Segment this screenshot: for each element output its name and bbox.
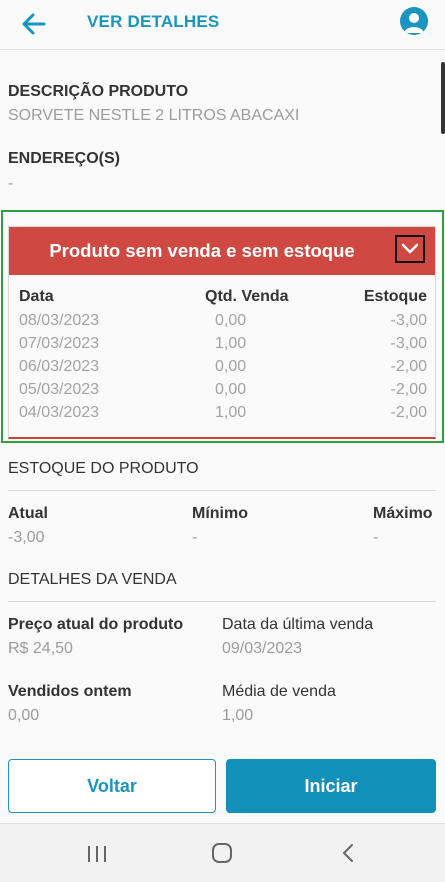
cell-date: 05/03/2023 xyxy=(19,381,100,398)
price-value: R$ 24,50 xyxy=(8,640,73,657)
page-title: VER DETALHES xyxy=(87,12,220,31)
divider xyxy=(8,490,436,491)
cell-qty: 0,00 xyxy=(215,381,247,398)
chevron-down-icon[interactable] xyxy=(395,235,425,263)
cell-date: 06/03/2023 xyxy=(19,358,100,375)
cell-qty: 0,00 xyxy=(215,312,247,329)
address-value: - xyxy=(8,175,14,192)
card-title: Produto sem venda e sem estoque xyxy=(49,240,355,261)
cell-date: 04/03/2023 xyxy=(19,404,100,421)
table-row: 04/03/2023 1,00 -2,00 xyxy=(19,404,427,427)
user-avatar-icon[interactable] xyxy=(400,7,428,35)
table-header: Data Qtd. Venda Estoque xyxy=(19,288,427,311)
stock-current-value: -3,00 xyxy=(8,529,45,546)
column-qty: Qtd. Venda xyxy=(205,288,289,305)
cell-qty: 0,00 xyxy=(215,358,247,375)
back-arrow-icon[interactable] xyxy=(20,10,48,38)
avg-sale-value: 1,00 xyxy=(222,707,254,724)
table-row: 08/03/2023 0,00 -3,00 xyxy=(19,312,427,335)
stock-min-value: - xyxy=(192,529,198,546)
cell-stock: -3,00 xyxy=(390,312,427,329)
cell-stock: -2,00 xyxy=(390,358,427,375)
address-label: ENDEREÇO(S) xyxy=(8,150,121,167)
stock-max-value: - xyxy=(373,529,379,546)
sales-stock-card: Produto sem venda e sem estoque Data Qtd… xyxy=(8,226,436,439)
column-stock: Estoque xyxy=(363,288,427,305)
last-sale-value: 09/03/2023 xyxy=(222,640,303,657)
sold-yesterday-value: 0,00 xyxy=(8,707,40,724)
column-date: Data xyxy=(19,288,54,305)
table-row: 05/03/2023 0,00 -2,00 xyxy=(19,381,427,404)
last-sale-label: Data da última venda xyxy=(222,616,374,633)
cell-qty: 1,00 xyxy=(215,404,247,421)
recent-apps-icon[interactable] xyxy=(86,844,108,869)
cell-stock: -2,00 xyxy=(390,381,427,398)
cell-date: 07/03/2023 xyxy=(19,335,100,352)
sale-section-title: DETALHES DA VENDA xyxy=(8,571,177,588)
stock-max-label: Máximo xyxy=(373,505,433,522)
stock-section-title: ESTOQUE DO PRODUTO xyxy=(8,460,199,477)
card-header: Produto sem venda e sem estoque xyxy=(9,227,435,275)
cell-qty: 1,00 xyxy=(215,335,247,352)
divider xyxy=(8,601,436,602)
system-back-icon[interactable] xyxy=(340,843,356,868)
description-label: DESCRIÇÃO PRODUTO xyxy=(8,83,189,100)
stock-current-label: Atual xyxy=(8,505,48,522)
cell-stock: -2,00 xyxy=(390,404,427,421)
system-nav-bar xyxy=(0,823,445,882)
description-value: SORVETE NESTLE 2 LITROS ABACAXI xyxy=(8,107,300,124)
back-button[interactable]: Voltar xyxy=(8,759,216,813)
avg-sale-label: Média de venda xyxy=(222,683,336,700)
app-bar: VER DETALHES xyxy=(0,0,445,50)
scroll-indicator[interactable] xyxy=(441,62,445,134)
cell-date: 08/03/2023 xyxy=(19,312,100,329)
sold-yesterday-label: Vendidos ontem xyxy=(8,683,132,700)
cell-stock: -3,00 xyxy=(390,335,427,352)
start-button[interactable]: Iniciar xyxy=(226,759,436,813)
table-row: 06/03/2023 0,00 -2,00 xyxy=(19,358,427,381)
stock-min-label: Mínimo xyxy=(192,505,248,522)
home-icon[interactable] xyxy=(211,843,233,868)
price-label: Preço atual do produto xyxy=(8,616,184,633)
table-row: 07/03/2023 1,00 -3,00 xyxy=(19,335,427,358)
